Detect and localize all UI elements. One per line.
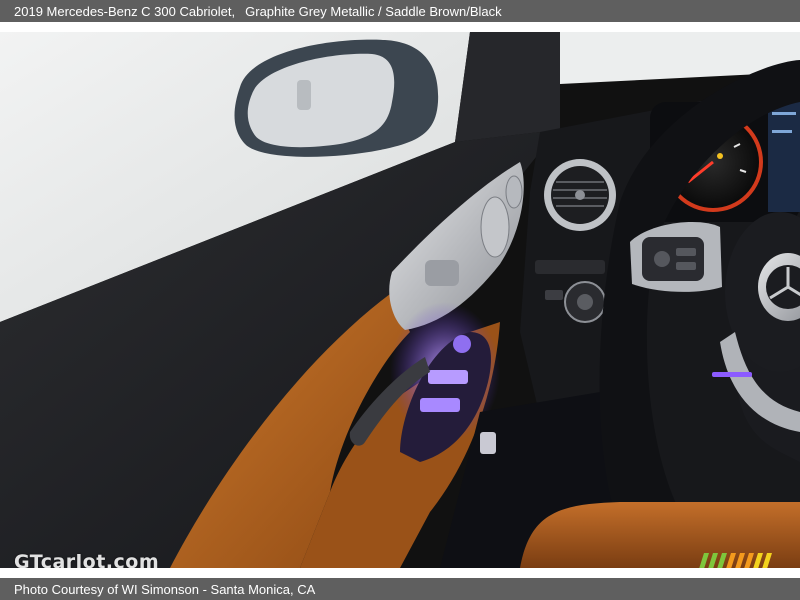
trim-strip <box>535 260 605 274</box>
photo-credit: Photo Courtesy of WI Simonson - Santa Mo… <box>14 581 316 597</box>
top-spacer <box>0 22 800 32</box>
window-switch-front[interactable] <box>428 370 468 384</box>
credit-bar: Photo Courtesy of WI Simonson - Santa Mo… <box>0 578 800 600</box>
steering-controls-left[interactable] <box>630 222 722 292</box>
seat-position-switch[interactable] <box>425 260 459 286</box>
interior-illustration <box>0 32 800 568</box>
ambient-strip <box>712 372 752 377</box>
trunk-button[interactable] <box>545 290 563 300</box>
mirror-adjust-knob[interactable] <box>453 335 471 353</box>
car-interior-photo <box>0 32 800 568</box>
bottom-spacer <box>0 568 800 578</box>
memory-seat-knob[interactable] <box>480 196 510 258</box>
vehicle-title: 2019 Mercedes-Benz C 300 Cabriolet, <box>14 3 236 19</box>
light-switch-center <box>577 294 593 310</box>
vehicle-color: Graphite Grey Metallic / Saddle Brown/Bl… <box>245 3 502 19</box>
a-pillar <box>455 32 560 142</box>
air-vent[interactable] <box>544 159 616 231</box>
seat-adjust-switch[interactable] <box>505 175 523 209</box>
window-switch-rear[interactable] <box>420 398 460 412</box>
digital-display <box>768 102 800 212</box>
door-lock-button[interactable] <box>480 432 496 454</box>
title-bar: 2019 Mercedes-Benz C 300 Cabriolet, Grap… <box>0 0 800 22</box>
